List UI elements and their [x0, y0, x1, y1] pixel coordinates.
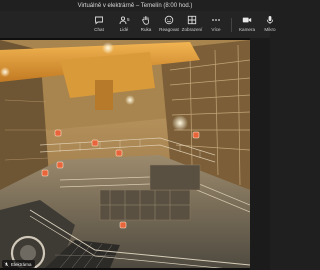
- more-button[interactable]: Více: [204, 14, 228, 36]
- view-label: Zobrazení: [181, 27, 203, 32]
- camera-icon: [241, 14, 253, 26]
- camera-button[interactable]: Kamera: [235, 14, 259, 36]
- people-count: 5: [127, 17, 130, 22]
- hand-icon: [140, 14, 152, 26]
- chat-label: Chat: [94, 27, 104, 32]
- more-icon: [210, 14, 222, 26]
- people-button[interactable]: 5 Lidé: [112, 14, 136, 36]
- more-label: Více: [211, 27, 221, 32]
- toolbar-divider: [231, 18, 232, 32]
- react-button[interactable]: Reagovat: [157, 14, 181, 36]
- meeting-stage: Elektrárna: [0, 38, 270, 270]
- grid-icon: [186, 14, 198, 26]
- chat-button[interactable]: Chat: [87, 14, 111, 36]
- power-plant-hall-image: [0, 40, 250, 268]
- window-title: Virtuálně v elektrárně – Temelín (8:00 h…: [77, 2, 193, 9]
- chat-icon: [93, 14, 105, 26]
- raise-hand-label: Ruka: [140, 27, 152, 32]
- title-bar: Virtuálně v elektrárně – Temelín (8:00 h…: [0, 0, 270, 11]
- side-panel: [250, 38, 270, 270]
- react-label: Reagovat: [159, 27, 179, 32]
- smiley-icon: [163, 14, 175, 26]
- mic-button[interactable]: Mikro: [258, 14, 282, 36]
- mic-label: Mikro: [264, 27, 276, 32]
- raise-hand-button[interactable]: Ruka: [134, 14, 158, 36]
- mic-icon: [264, 14, 276, 26]
- camera-label: Kamera: [238, 27, 256, 32]
- view-button[interactable]: Zobrazení: [180, 14, 204, 36]
- people-label: Lidé: [119, 27, 129, 32]
- mic-off-icon: [4, 261, 9, 267]
- shared-video-feed[interactable]: [0, 40, 250, 268]
- participant-name-tag: Elektrárna: [2, 260, 35, 268]
- participant-name: Elektrárna: [11, 261, 32, 267]
- meeting-toolbar: Chat 5 Lidé Ruka Reagovat Zobrazení Více: [0, 11, 276, 38]
